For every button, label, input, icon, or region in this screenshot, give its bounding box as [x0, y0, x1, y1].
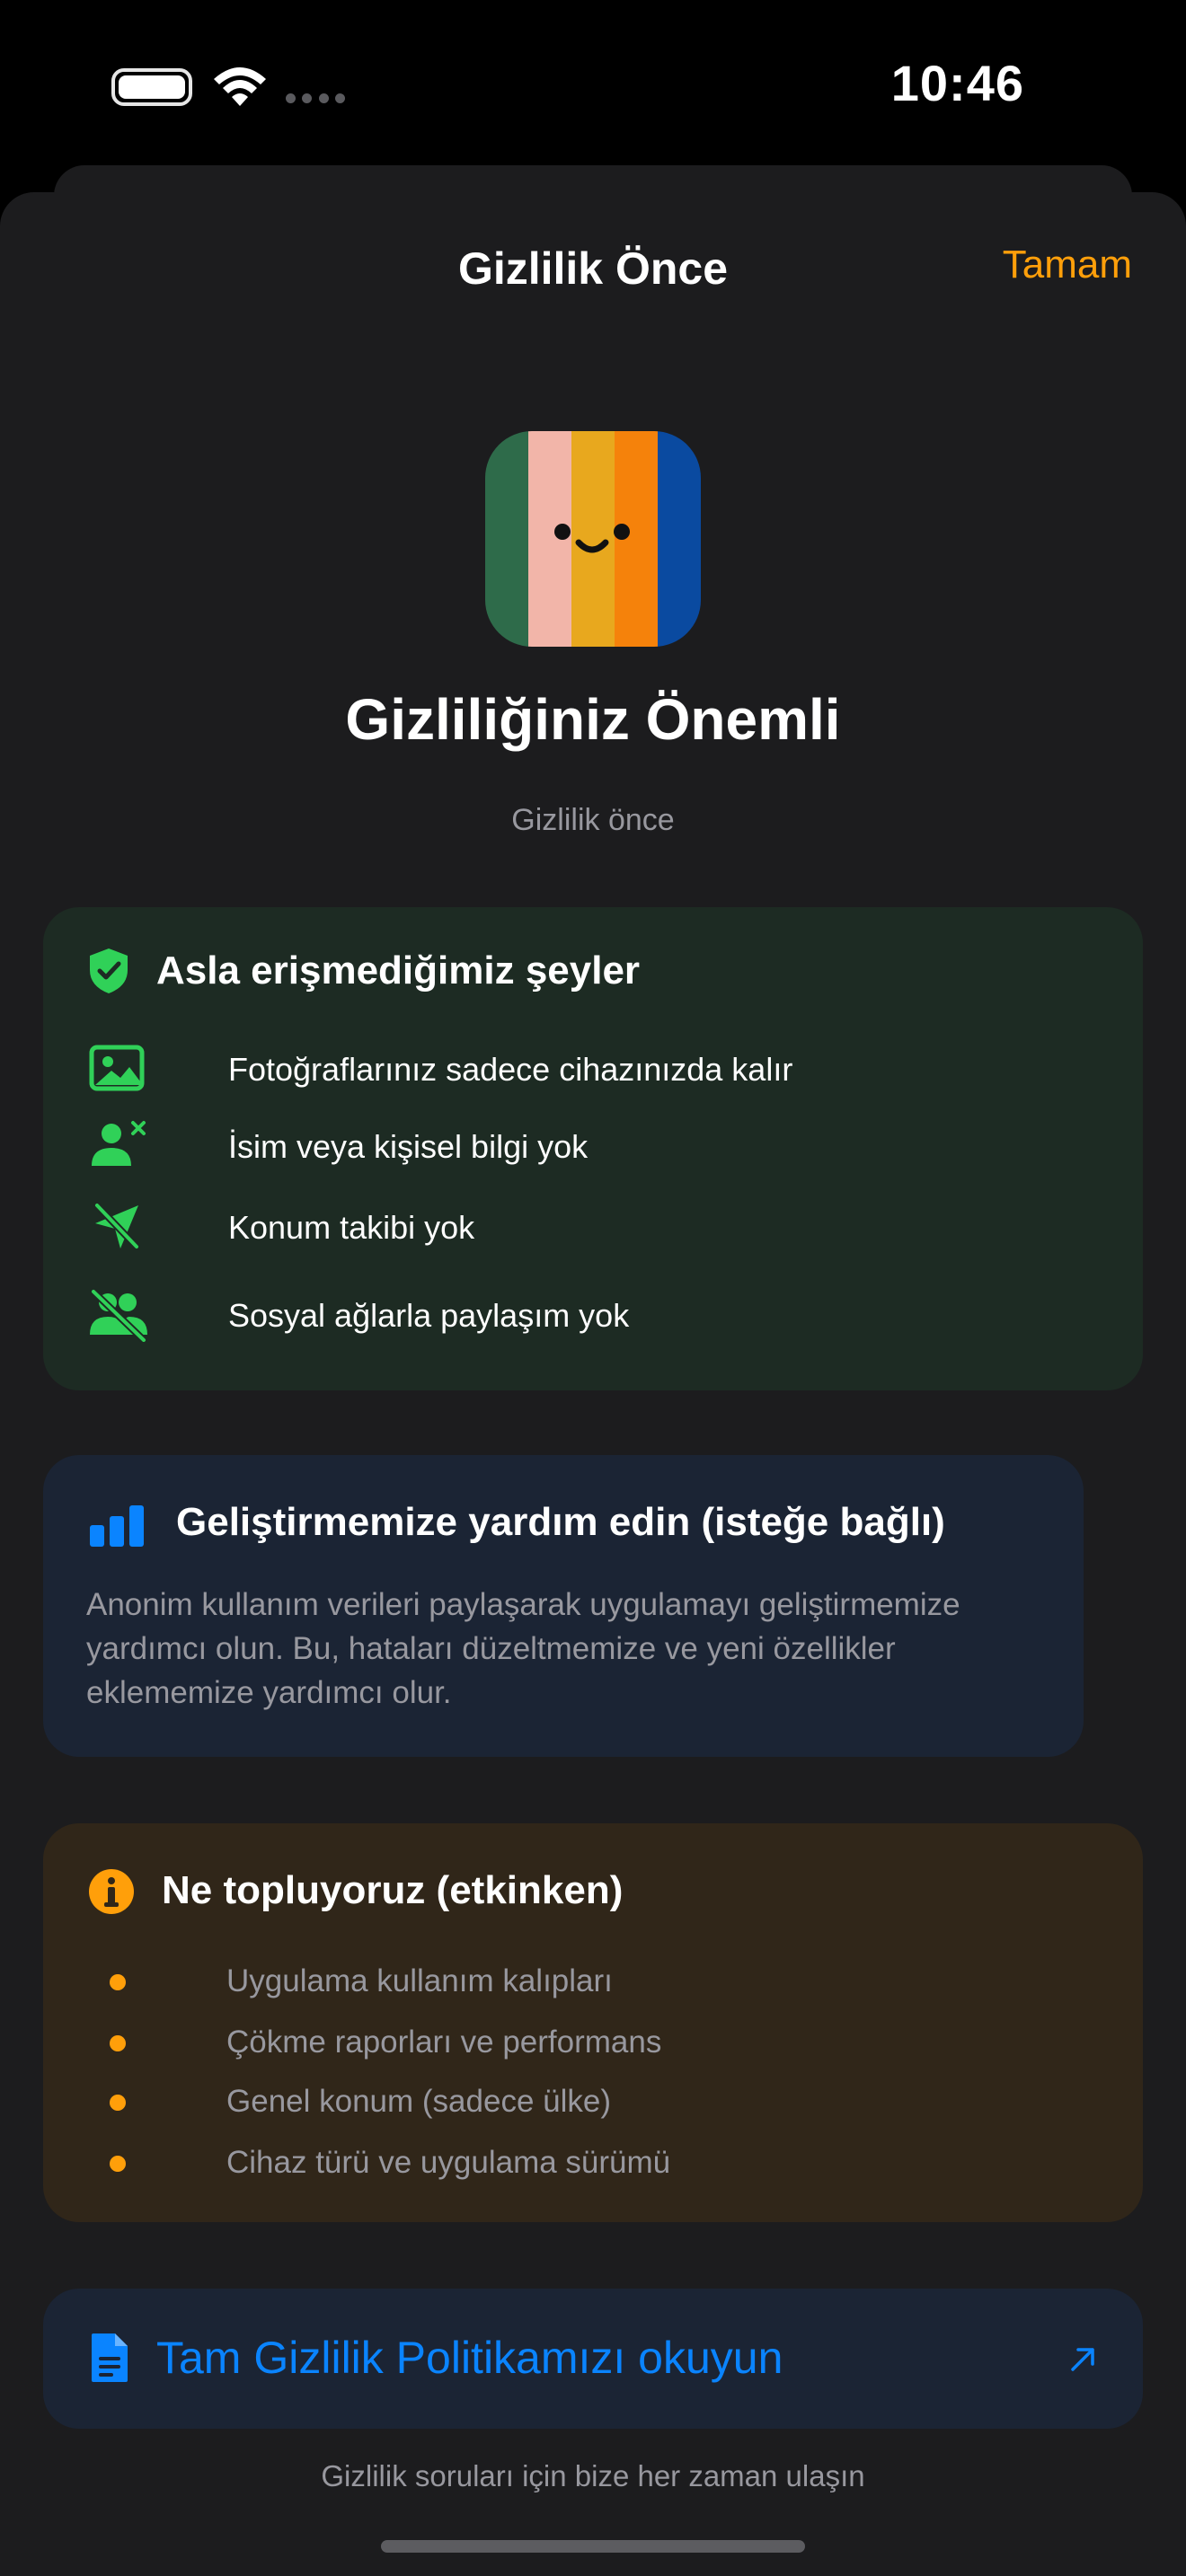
privacy-policy-link[interactable]: Tam Gizlilik Politikamızı okuyun [43, 2289, 1143, 2429]
battery-icon [111, 68, 192, 106]
checkmark-shield-icon [90, 948, 128, 993]
photo-icon [89, 1045, 145, 1091]
bullet-dot [110, 2035, 126, 2051]
what-we-collect-card: Ne topluyoruz (etkinken) Uygulama kullan… [43, 1823, 1143, 2222]
list-item: Konum takibi yok [88, 1200, 1094, 1254]
what-we-collect-title: Ne topluyoruz (etkinken) [162, 1868, 624, 1912]
person-x-icon [92, 1121, 146, 1166]
help-improve-title: Geliştirmemize yardım edin (isteğe bağlı… [176, 1500, 945, 1544]
list-item-label: Çökme raporları ve performans [226, 2025, 662, 2060]
list-item: Fotoğraflarınız sadece cihazınızda kalır [88, 1042, 1094, 1096]
list-item-label: Sosyal ağlarla paylaşım yok [228, 1297, 630, 1334]
hero-title: Gizliliğiniz Önemli [345, 687, 841, 752]
list-item-label: Uygulama kullanım kalıpları [226, 1963, 613, 1998]
bar-chart-icon [90, 1505, 144, 1547]
list-item: Uygulama kullanım kalıpları [110, 1960, 1098, 2005]
bullet-dot [110, 2095, 126, 2111]
wifi-icon [214, 67, 266, 106]
hero-subtitle: Gizlilik önce [511, 803, 675, 837]
footer-text: Gizlilik soruları için bize her zaman ul… [321, 2459, 865, 2492]
info-icon [89, 1869, 134, 1914]
list-item: Cihaz türü ve uygulama sürümü [110, 2141, 1098, 2186]
bullet-dot [110, 2156, 126, 2172]
list-item: Çökme raporları ve performans [110, 2021, 1098, 2066]
list-item: Genel konum (sadece ülke) [110, 2080, 1098, 2125]
status-bar: 10:46 [0, 0, 1186, 171]
document-icon [92, 2333, 128, 2382]
list-item-label: Konum takibi yok [228, 1209, 475, 1246]
list-item: Sosyal ağlarla paylaşım yok [88, 1288, 1094, 1342]
list-item-label: Genel konum (sadece ülke) [226, 2084, 611, 2119]
never-access-title: Asla erişmediğimiz şeyler [156, 948, 641, 992]
list-item: İsim veya kişisel bilgi yok [88, 1119, 1094, 1173]
list-item-label: Cihaz türü ve uygulama sürümü [226, 2145, 671, 2180]
help-improve-description: Anonim kullanım verileri paylaşarak uygu… [86, 1587, 960, 1710]
never-access-card: Asla erişmediğimiz şeyler Fotoğraflarını… [43, 907, 1143, 1390]
cellular-signal-icon [286, 93, 345, 104]
location-slash-icon [93, 1202, 140, 1250]
list-item-label: İsim veya kişisel bilgi yok [228, 1128, 589, 1165]
privacy-policy-link-label[interactable]: Tam Gizlilik Politikamızı okuyun [156, 2332, 783, 2384]
help-improve-card: Geliştirmemize yardım edin (isteğe bağlı… [43, 1455, 1084, 1757]
status-time: 10:46 [890, 55, 1024, 111]
people-slash-icon [90, 1288, 147, 1342]
arrow-up-right-icon [1071, 2348, 1094, 2371]
home-indicator[interactable] [381, 2540, 805, 2553]
done-button[interactable]: Tamam [1003, 243, 1132, 287]
list-item-label: Fotoğraflarınız sadece cihazınızda kalır [228, 1051, 793, 1088]
bullet-dot [110, 1974, 126, 1990]
app-logo-icon [485, 431, 701, 647]
